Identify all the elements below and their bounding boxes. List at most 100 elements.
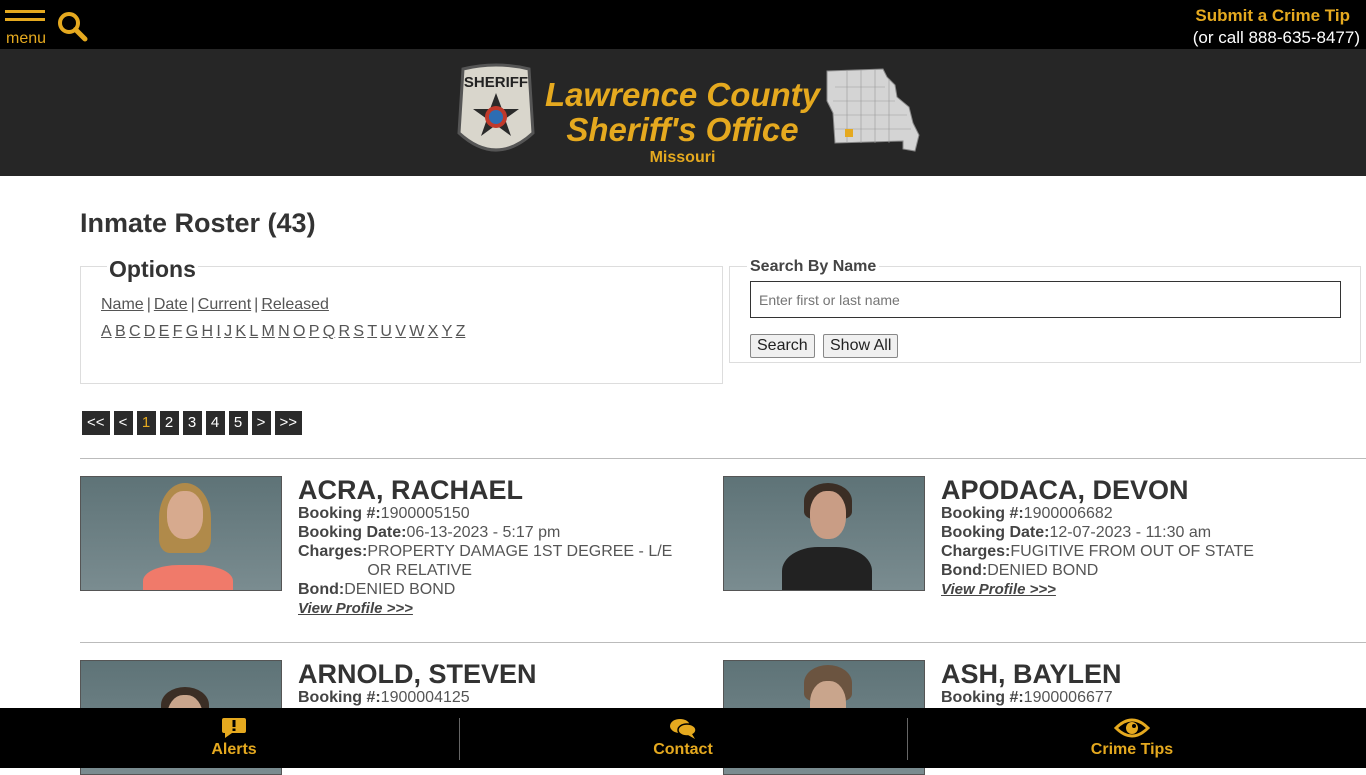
view-profile-link[interactable]: View Profile >>>: [298, 600, 413, 617]
letter-link-m[interactable]: M: [262, 323, 275, 340]
field-label: Booking Date:: [298, 524, 407, 541]
letter-link-c[interactable]: C: [129, 323, 141, 340]
booking-number: 1900005150: [380, 505, 470, 522]
inmate-name[interactable]: APODACA, DEVON: [941, 476, 1361, 504]
letter-link-f[interactable]: F: [173, 323, 183, 340]
search-button[interactable]: Search: [750, 334, 815, 358]
charges: PROPERTY DAMAGE 1ST DEGREE - L/E OR RELA…: [367, 543, 673, 579]
bond-row: Bond: DENIED BOND: [941, 561, 1361, 580]
charges-row: Charges: FUGITIVE FROM OUT OF STATE: [941, 542, 1361, 561]
letter-link-w[interactable]: W: [409, 323, 424, 340]
letter-link-g[interactable]: G: [186, 323, 198, 340]
alerts-label: Alerts: [211, 741, 257, 758]
crime-tips-label: Crime Tips: [1090, 741, 1174, 758]
booking-number: 1900006682: [1023, 505, 1113, 522]
site-header: SHERIFF Lawrence County Sheriff's Office…: [0, 49, 1366, 176]
booking-date: 06-13-2023 - 5:17 pm: [406, 524, 561, 541]
pager-first[interactable]: <<: [82, 411, 110, 435]
search-icon[interactable]: [56, 10, 88, 42]
crime-tips-button[interactable]: Crime Tips: [1032, 716, 1232, 759]
hamburger-icon: [5, 10, 45, 13]
divider: [80, 642, 1366, 643]
field-label: Booking #:: [298, 689, 381, 706]
letter-link-k[interactable]: K: [235, 323, 246, 340]
pager-page-5[interactable]: 5: [228, 411, 248, 435]
bond: DENIED BOND: [987, 562, 1099, 579]
sort-current-link[interactable]: Current: [198, 296, 251, 313]
menu-button[interactable]: menu: [5, 10, 47, 48]
letter-link-v[interactable]: V: [395, 323, 406, 340]
pagination: << < 1 2 3 4 5 > >>: [82, 411, 303, 435]
letter-link-i[interactable]: I: [216, 323, 220, 340]
pager-page-3[interactable]: 3: [182, 411, 202, 435]
tip-phone-text: (or call 888-635-8477): [1192, 28, 1360, 47]
letter-link-t[interactable]: T: [367, 323, 377, 340]
submit-crime-tip-link[interactable]: Submit a Crime Tip: [1195, 6, 1350, 26]
letter-link-z[interactable]: Z: [456, 323, 466, 340]
letter-link-s[interactable]: S: [353, 323, 364, 340]
booking-number: 1900006677: [1023, 689, 1113, 706]
letter-link-j[interactable]: J: [224, 323, 232, 340]
sheriff-badge-logo[interactable]: SHERIFF: [455, 63, 537, 161]
hamburger-icon-bar: [5, 18, 45, 21]
field-label: Charges:: [941, 543, 1011, 560]
letter-link-o[interactable]: O: [293, 323, 305, 340]
state-label: Missouri: [649, 149, 716, 166]
site-title[interactable]: Lawrence County Sheriff's Office: [540, 77, 825, 147]
inmate-photo[interactable]: [723, 476, 925, 591]
letter-link-l[interactable]: L: [249, 323, 258, 340]
missouri-map-icon: [825, 67, 921, 155]
pager-page-2[interactable]: 2: [159, 411, 179, 435]
booking-number: 1900004125: [380, 689, 470, 706]
view-profile-link[interactable]: View Profile >>>: [941, 581, 1056, 598]
booking-date-row: Booking Date: 12-07-2023 - 11:30 am: [941, 523, 1361, 542]
charges: FUGITIVE FROM OUT OF STATE: [1010, 543, 1254, 560]
pager-prev[interactable]: <: [113, 411, 133, 435]
letter-link-x[interactable]: X: [428, 323, 439, 340]
booking-number-row: Booking #: 1900006682: [941, 504, 1361, 523]
letter-link-n[interactable]: N: [278, 323, 290, 340]
letter-link-d[interactable]: D: [144, 323, 156, 340]
pager-page-4[interactable]: 4: [205, 411, 225, 435]
contact-label: Contact: [653, 741, 713, 758]
name-search-input[interactable]: [750, 281, 1341, 318]
options-panel: Options Name | Date | Current | Released ABCDE…: [80, 256, 723, 384]
inmate-name[interactable]: ACRA, RACHAEL: [298, 476, 718, 504]
letter-link-e[interactable]: E: [159, 323, 170, 340]
pager-next[interactable]: >: [251, 411, 271, 435]
show-all-button[interactable]: Show All: [823, 334, 899, 358]
search-legend: Search By Name: [747, 258, 880, 276]
pager-last[interactable]: >>: [274, 411, 303, 435]
page-title: Inmate Roster (43): [80, 208, 316, 238]
contact-button[interactable]: Contact: [583, 716, 783, 759]
alert-bubble-icon: [222, 718, 246, 738]
field-label: Bond:: [298, 581, 345, 598]
booking-date-row: Booking Date: 06-13-2023 - 5:17 pm: [298, 523, 718, 542]
search-panel: Search By Name Search Show All: [729, 258, 1361, 363]
menu-label: menu: [6, 30, 47, 47]
letter-link-a[interactable]: A: [101, 323, 112, 340]
field-label: Booking #:: [941, 505, 1024, 522]
sort-date-link[interactable]: Date: [154, 296, 188, 313]
letter-link-b[interactable]: B: [115, 323, 126, 340]
site-title-line2: Sheriff's Office: [566, 111, 799, 148]
sort-released-link[interactable]: Released: [261, 296, 329, 313]
letter-link-r[interactable]: R: [338, 323, 350, 340]
sort-name-link[interactable]: Name: [101, 296, 144, 313]
letter-link-q[interactable]: Q: [323, 323, 335, 340]
pager-page-1[interactable]: 1: [136, 411, 156, 435]
letter-link-y[interactable]: Y: [442, 323, 453, 340]
letter-link-p[interactable]: P: [309, 323, 320, 340]
chat-bubbles-icon: [670, 719, 697, 739]
letter-link-u[interactable]: U: [380, 323, 392, 340]
letter-link-h[interactable]: H: [201, 323, 213, 340]
nav-divider: [907, 718, 908, 760]
inmate-photo[interactable]: [80, 476, 282, 591]
inmate-name[interactable]: ARNOLD, STEVEN: [298, 660, 718, 688]
top-bar: menu Submit a Crime Tip (or call 888-635…: [0, 0, 1366, 49]
charges-row: Charges: PROPERTY DAMAGE 1ST DEGREE - L/E…: [298, 542, 698, 580]
divider: [80, 458, 1366, 459]
inmate-name[interactable]: ASH, BAYLEN: [941, 660, 1361, 688]
booking-number-row: Booking #: 1900004125: [298, 688, 718, 707]
alerts-button[interactable]: Alerts: [134, 716, 334, 759]
